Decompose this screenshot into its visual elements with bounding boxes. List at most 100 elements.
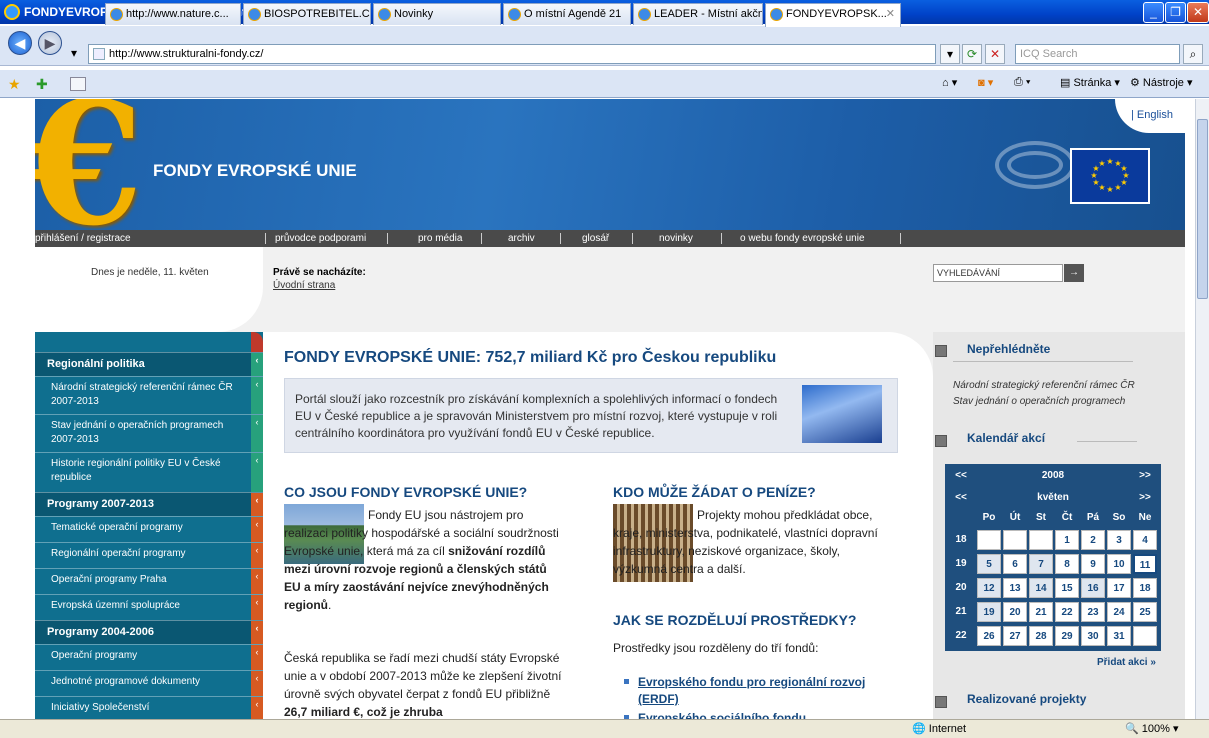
calendar-day[interactable]: 31 bbox=[1107, 626, 1131, 646]
search-icon[interactable]: ⌕ bbox=[1183, 44, 1203, 64]
calendar-day[interactable]: 11 bbox=[1133, 554, 1157, 574]
stop-icon[interactable]: ✕ bbox=[985, 44, 1005, 64]
nav-media[interactable]: pro média bbox=[418, 230, 462, 247]
calendar-day[interactable]: 22 bbox=[1055, 602, 1079, 622]
tab-nature[interactable]: http://www.nature.c... bbox=[105, 3, 241, 25]
calendar-prev-year[interactable]: << bbox=[949, 466, 973, 486]
calendar-day[interactable]: 18 bbox=[1133, 578, 1157, 598]
quick-tabs-icon[interactable] bbox=[70, 77, 86, 91]
address-dropdown-icon[interactable]: ▾ bbox=[940, 44, 960, 64]
nav-archive[interactable]: archiv bbox=[508, 230, 535, 247]
site-search-button[interactable]: → bbox=[1064, 264, 1084, 282]
calendar-day[interactable]: 3 bbox=[1107, 530, 1131, 550]
distribution-heading: JAK SE ROZDĚLUJÍ PROSTŘEDKY? bbox=[613, 612, 857, 628]
calendar-prev-month[interactable]: << bbox=[949, 488, 973, 508]
calendar-next-year[interactable]: >> bbox=[1133, 466, 1157, 486]
sidebar-item-thematic-op[interactable]: Tematické operační programy ‹ bbox=[35, 516, 263, 542]
nav-login[interactable]: přihlášení / registrace bbox=[35, 230, 131, 247]
calendar-day[interactable]: 7 bbox=[1029, 554, 1053, 574]
calendar-day[interactable]: 1 bbox=[1055, 530, 1079, 550]
minimize-button[interactable]: _ bbox=[1143, 2, 1164, 23]
zoom-level[interactable]: 🔍 100% ▾ bbox=[1125, 720, 1178, 738]
dontmiss-link-op-status[interactable]: Stav jednání o operačních programech bbox=[953, 396, 1125, 407]
sidebar-item-programs-2004[interactable]: Programy 2004-2006 ‹ bbox=[35, 620, 263, 644]
add-event-link[interactable]: Přidat akci » bbox=[1097, 657, 1156, 668]
calendar-day[interactable]: 4 bbox=[1133, 530, 1157, 550]
calendar-day[interactable]: 10 bbox=[1107, 554, 1131, 574]
back-button[interactable]: ◀ bbox=[8, 31, 32, 55]
tab-leader[interactable]: LEADER - Místní akčn... bbox=[633, 3, 763, 25]
sidebar-item-initiatives[interactable]: Iniciativy Společenství ‹ bbox=[35, 696, 263, 719]
calendar-day[interactable]: 15 bbox=[1055, 578, 1079, 598]
calendar-year: 2008 bbox=[1041, 470, 1065, 481]
calendar-day[interactable]: 23 bbox=[1081, 602, 1105, 622]
calendar-week-number: 22 bbox=[955, 630, 967, 641]
calendar-day[interactable]: 20 bbox=[1003, 602, 1027, 622]
calendar-day[interactable]: 24 bbox=[1107, 602, 1131, 622]
nav-guide[interactable]: průvodce podporami bbox=[275, 230, 366, 247]
page-menu[interactable]: ▤ Stránka ▾ bbox=[1060, 76, 1120, 89]
sidebar-item-regional-op[interactable]: Regionální operační programy ‹ bbox=[35, 542, 263, 568]
dontmiss-link-nsrr[interactable]: Národní strategický referenční rámec ČR bbox=[953, 380, 1135, 391]
calendar-next-month[interactable]: >> bbox=[1133, 488, 1157, 508]
sidebar-item-nsrr[interactable]: Národní strategický referenční rámec ČR … bbox=[35, 376, 263, 414]
sidebar-item-regional-policy[interactable]: Regionální politika ‹ bbox=[35, 352, 263, 376]
calendar-day[interactable]: 8 bbox=[1055, 554, 1079, 574]
tools-menu[interactable]: ⚙ Nástroje ▾ bbox=[1130, 76, 1192, 89]
print-icon[interactable]: ⎙ ▾ bbox=[1014, 76, 1030, 89]
refresh-icon[interactable]: ⟳ bbox=[962, 44, 982, 64]
address-input[interactable]: http://www.strukturalni-fondy.cz/ bbox=[88, 44, 936, 64]
calendar-day[interactable]: 26 bbox=[977, 626, 1001, 646]
tab-novinky[interactable]: Novinky bbox=[373, 3, 501, 25]
close-tab-icon[interactable]: ✕ bbox=[886, 4, 895, 24]
tab-fondy-active[interactable]: FONDYEVROPSK... ✕ bbox=[765, 3, 901, 27]
feeds-icon[interactable]: ◙ ▾ bbox=[978, 76, 993, 89]
site-search-input[interactable]: VYHLEDÁVÁNÍ bbox=[933, 264, 1063, 282]
maximize-button[interactable]: ❐ bbox=[1165, 2, 1186, 23]
calendar-day[interactable]: 9 bbox=[1081, 554, 1105, 574]
esf-link[interactable]: Evropského sociálního fondu bbox=[624, 710, 898, 719]
scrollbar-thumb[interactable] bbox=[1197, 119, 1208, 299]
sidebar-item-territorial[interactable]: Evropská územní spolupráce ‹ bbox=[35, 594, 263, 620]
calendar-week-row: 20 12 13 14 15 16 17 18 bbox=[945, 578, 1161, 598]
history-dropdown-icon[interactable]: ▾ bbox=[64, 44, 84, 64]
forward-button[interactable]: ▶ bbox=[38, 31, 62, 55]
erdf-link[interactable]: Evropského fondu pro regionální rozvoj (… bbox=[624, 674, 898, 708]
calendar-day[interactable]: 6 bbox=[1003, 554, 1027, 574]
favorites-star-icon[interactable]: ★ bbox=[8, 76, 21, 93]
calendar-day[interactable]: 5 bbox=[977, 554, 1001, 574]
calendar-day[interactable]: 30 bbox=[1081, 626, 1105, 646]
sidebar-item-jpd[interactable]: Jednotné programové dokumenty ‹ bbox=[35, 670, 263, 696]
nav-news[interactable]: novinky bbox=[659, 230, 693, 247]
vertical-scrollbar[interactable] bbox=[1195, 99, 1209, 719]
close-window-button[interactable]: ✕ bbox=[1187, 2, 1209, 23]
sidebar-item-op[interactable]: Operační programy ‹ bbox=[35, 644, 263, 670]
calendar-day[interactable]: 12 bbox=[977, 578, 1001, 598]
search-input[interactable]: ICQ Search bbox=[1015, 44, 1180, 64]
sidebar-item-programs-2007[interactable]: Programy 2007-2013 ‹ bbox=[35, 492, 263, 516]
tab-favicon-icon bbox=[508, 8, 521, 21]
calendar-day[interactable]: 17 bbox=[1107, 578, 1131, 598]
sidebar-item-history[interactable]: Historie regionální politiky EU v České … bbox=[35, 452, 263, 492]
add-favorites-icon[interactable]: ✚ bbox=[36, 76, 48, 93]
calendar-weekdays: Po Út St Čt Pá So Ne bbox=[982, 512, 1152, 523]
calendar-day[interactable]: 2 bbox=[1081, 530, 1105, 550]
nav-about[interactable]: o webu fondy evropské unie bbox=[740, 230, 865, 247]
calendar-day[interactable]: 19 bbox=[977, 602, 1001, 622]
tab-agenda21[interactable]: O místní Agendě 21 bbox=[503, 3, 631, 25]
home-icon[interactable]: ⌂ ▾ bbox=[942, 76, 957, 89]
calendar-day[interactable]: 29 bbox=[1055, 626, 1079, 646]
calendar-day[interactable]: 27 bbox=[1003, 626, 1027, 646]
breadcrumb-home-link[interactable]: Úvodní strana bbox=[273, 280, 335, 291]
calendar-day[interactable]: 25 bbox=[1133, 602, 1157, 622]
calendar-day[interactable]: 21 bbox=[1029, 602, 1053, 622]
tab-biospotrebitel[interactable]: BIOSPOTREBITEL.CZ bbox=[243, 3, 371, 25]
english-link[interactable]: | English bbox=[1131, 109, 1173, 121]
sidebar-item-op-status[interactable]: Stav jednání o operačních programech 200… bbox=[35, 414, 263, 452]
nav-glossary[interactable]: glosář bbox=[582, 230, 609, 247]
calendar-day[interactable]: 13 bbox=[1003, 578, 1027, 598]
calendar-day[interactable]: 16 bbox=[1081, 578, 1105, 598]
calendar-day[interactable]: 28 bbox=[1029, 626, 1053, 646]
calendar-day[interactable]: 14 bbox=[1029, 578, 1053, 598]
sidebar-item-prague-op[interactable]: Operační programy Praha ‹ bbox=[35, 568, 263, 594]
